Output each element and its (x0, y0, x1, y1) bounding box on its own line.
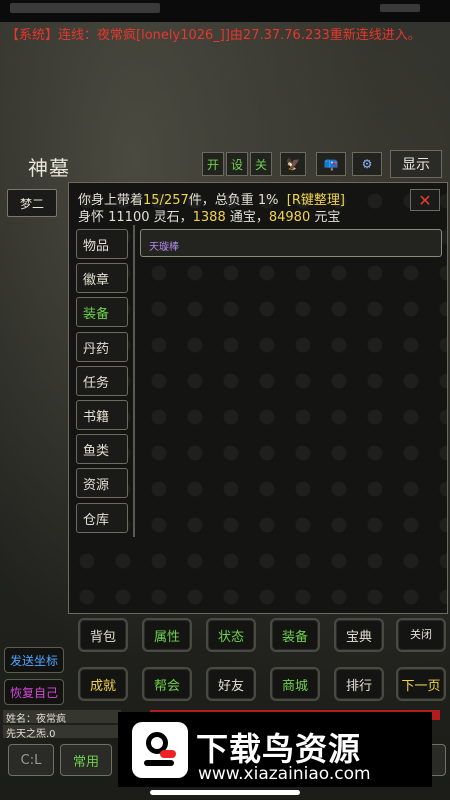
category-tab[interactable]: 丹药 (76, 332, 128, 362)
send-coordinates-button[interactable]: 发送坐标 (4, 647, 64, 673)
mailbox-icon[interactable]: 📪 (316, 152, 346, 176)
lingshi-text: 身怀 11100 灵石， (78, 210, 193, 225)
currency-summary: 身怀 11100 灵石，1388 通宝，84980 元宝 (78, 206, 340, 225)
category-tab[interactable]: 物品 (76, 229, 128, 259)
next-page-button[interactable]: 下一页 (396, 667, 446, 701)
category-tab[interactable]: 徽章 (76, 263, 128, 293)
player-name: 姓名：夜常疯 (3, 710, 121, 725)
settings-button[interactable]: 设 (226, 152, 248, 176)
home-indicator[interactable] (150, 790, 300, 795)
yuanbao-label: 元宝 (310, 210, 341, 225)
guild-button[interactable]: 帮会 (142, 667, 192, 701)
list-item[interactable]: 天璇棒 (140, 229, 442, 257)
open-button[interactable]: 开 (202, 152, 224, 176)
status-right (380, 4, 420, 12)
category-tab[interactable]: 仓库 (76, 503, 128, 533)
show-button[interactable]: 显示 (390, 150, 442, 178)
shop-button[interactable]: 商城 (270, 667, 320, 701)
backpack-button[interactable]: 背包 (78, 618, 128, 652)
close-button[interactable]: 关闭 (396, 618, 446, 652)
gear-icon[interactable]: ⚙ (352, 152, 382, 176)
bird-logo-icon (132, 722, 188, 778)
dream-tab[interactable]: 梦二 (7, 189, 57, 217)
system-text: 连线：夜常疯[lonely1026_]]由27.37.76.233重新连线进入。 (58, 28, 421, 43)
tongbao-value: 1388 (192, 210, 226, 225)
category-tab[interactable]: 书籍 (76, 400, 128, 430)
equipment-button[interactable]: 装备 (270, 618, 320, 652)
close-toggle-button[interactable]: 关 (250, 152, 272, 176)
achievements-button[interactable]: 成就 (78, 667, 128, 701)
status-left (10, 3, 160, 13)
yuanbao-value: 84980 (268, 210, 311, 225)
close-icon[interactable]: ✕ (410, 189, 440, 211)
common-button[interactable]: 常用 (60, 744, 112, 776)
friends-button[interactable]: 好友 (206, 667, 256, 701)
panel-divider (133, 225, 135, 537)
player-exp: 先天之炁.0 (3, 725, 121, 740)
watermark-url: www.xiazainiao.com (198, 764, 371, 784)
device-status-bar (0, 0, 450, 22)
category-tab[interactable]: 鱼类 (76, 434, 128, 464)
category-tab[interactable]: 任务 (76, 366, 128, 396)
page-title: 神墓 (28, 156, 70, 180)
bird-icon[interactable]: 🦅 (280, 152, 306, 176)
system-tag: 【系统】 (6, 28, 59, 43)
category-tab[interactable]: 资源 (76, 468, 128, 498)
tongbao-label: 通宝， (225, 210, 269, 225)
console-button[interactable]: C:L (8, 744, 54, 776)
codex-button[interactable]: 宝典 (334, 618, 384, 652)
system-message: 【系统】连线：夜常疯[lonely1026_]]由27.37.76.233重新连… (6, 24, 450, 46)
status-button[interactable]: 状态 (206, 618, 256, 652)
category-tab-active[interactable]: 装备 (76, 297, 128, 327)
ranking-button[interactable]: 排行 (334, 667, 384, 701)
recover-self-button[interactable]: 恢复自己 (4, 679, 64, 705)
attributes-button[interactable]: 属性 (142, 618, 192, 652)
